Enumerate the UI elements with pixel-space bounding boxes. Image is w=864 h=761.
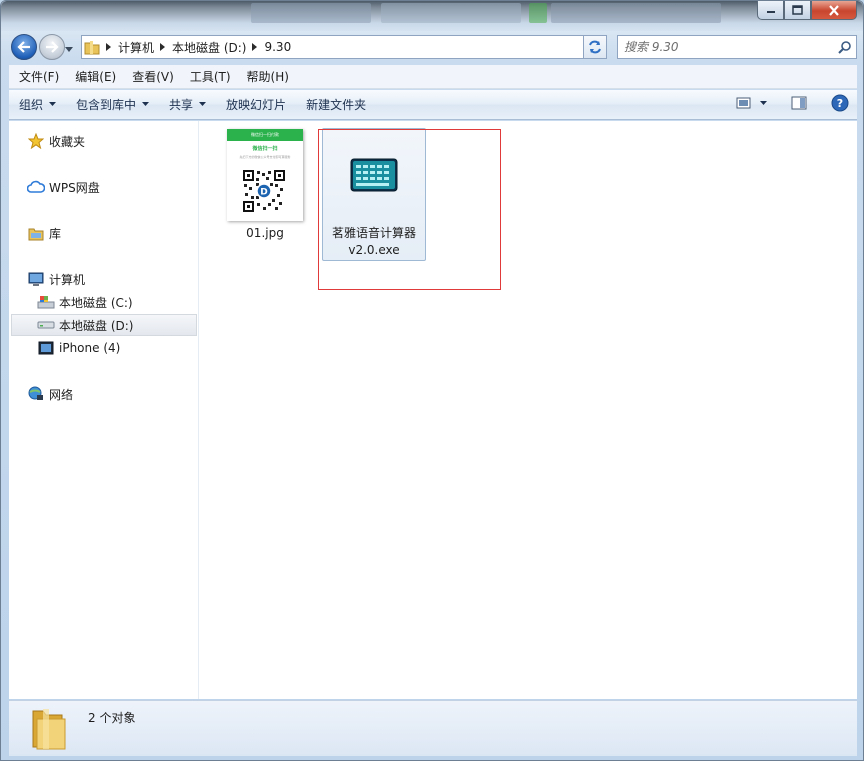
device-icon [37, 339, 55, 357]
red-annotation-box [318, 129, 501, 290]
thumbnail-caption: 先扫下方的微信公众号支付即可算服务 [239, 155, 291, 159]
network-icon [27, 385, 45, 403]
item-count: 2 个对象 [88, 711, 136, 725]
preview-pane-icon [791, 96, 807, 110]
nav-network[interactable]: 网络 [27, 383, 73, 405]
breadcrumb-computer[interactable]: 计算机 [115, 39, 157, 56]
nav-drive-c[interactable]: 本地磁盘 (C:) [37, 291, 133, 313]
image-thumbnail: 微信扫一扫付款 微信扫一扫 先扫下方的微信公众号支付即可算服务 D [227, 129, 303, 221]
menu-view[interactable]: 查看(V) [124, 65, 182, 89]
maximize-icon [792, 5, 803, 15]
nav-favorites-label: 收藏夹 [49, 134, 86, 149]
breadcrumb-drive-d[interactable]: 本地磁盘 (D:) [169, 39, 249, 56]
explorer-window: 计算机 本地磁盘 (D:) 9.30 文件(F) 编辑(E) 查看(V) 工具(… [0, 0, 864, 761]
folder-icon [84, 40, 100, 55]
blurred-app-icon [529, 3, 547, 23]
new-folder-button[interactable]: 新建文件夹 [296, 90, 376, 120]
nav-network-label: 网络 [49, 387, 74, 402]
menu-file[interactable]: 文件(F) [11, 65, 67, 89]
refresh-icon [589, 40, 601, 54]
window-controls [757, 1, 857, 20]
forward-button[interactable] [39, 34, 65, 60]
share-button[interactable]: 共享 [159, 90, 216, 120]
menu-bar: 文件(F) 编辑(E) 查看(V) 工具(T) 帮助(H) [9, 65, 857, 89]
navigation-pane: 收藏夹 WPS网盘 库 计算机 本地磁盘 (C:) 本地磁盘 (D:) iPho… [9, 121, 199, 699]
include-in-library-label: 包含到库中 [76, 98, 137, 112]
thumbnail-title: 微信扫一扫 [252, 146, 278, 152]
preview-pane-button[interactable] [791, 96, 807, 110]
search-box[interactable] [617, 35, 857, 59]
svg-text:?: ? [837, 97, 843, 110]
blurred-title-region [251, 3, 371, 23]
nav-libraries-label: 库 [49, 226, 62, 241]
minimize-button[interactable] [757, 1, 784, 20]
back-button[interactable] [11, 34, 37, 60]
nav-iphone-label: iPhone (4) [59, 341, 121, 355]
view-icon [736, 97, 751, 109]
nav-drive-d[interactable]: 本地磁盘 (D:) [11, 314, 197, 336]
maximize-button[interactable] [784, 1, 811, 20]
nav-computer[interactable]: 计算机 [27, 268, 85, 290]
chevron-right-icon[interactable] [103, 43, 115, 51]
system-drive-icon [37, 293, 55, 311]
file-item-jpg[interactable]: 微信扫一扫付款 微信扫一扫 先扫下方的微信公众号支付即可算服务 D 01.jpg [222, 129, 308, 242]
organize-button[interactable]: 组织 [9, 90, 66, 120]
chevron-down-icon [199, 102, 207, 106]
thumbnail-header: 微信扫一扫付款 [227, 129, 303, 141]
svg-text:D: D [260, 188, 267, 198]
blurred-title-region [551, 3, 721, 23]
menu-tools[interactable]: 工具(T) [182, 65, 239, 89]
help-button[interactable]: ? [831, 94, 849, 112]
toolbar-right: ? [736, 94, 849, 112]
chevron-down-icon [65, 47, 73, 52]
main-area: 收藏夹 WPS网盘 库 计算机 本地磁盘 (C:) 本地磁盘 (D:) iPho… [9, 121, 857, 699]
address-row: 计算机 本地磁盘 (D:) 9.30 [7, 33, 859, 61]
arrow-left-icon [17, 41, 30, 53]
status-bar: 2 个对象 [9, 700, 857, 756]
slideshow-button[interactable]: 放映幻灯片 [216, 90, 296, 120]
chevron-right-icon[interactable] [249, 43, 261, 51]
qr-code-icon: D [242, 169, 286, 213]
nav-libraries[interactable]: 库 [27, 222, 61, 244]
help-icon: ? [831, 94, 849, 112]
share-label: 共享 [169, 98, 194, 112]
folder-icon [29, 707, 69, 754]
refresh-button[interactable] [583, 35, 607, 59]
recent-pages-dropdown[interactable] [65, 42, 73, 56]
arrow-right-icon [46, 41, 59, 53]
nav-drive-c-label: 本地磁盘 (C:) [59, 295, 133, 310]
menu-edit[interactable]: 编辑(E) [67, 65, 124, 89]
title-bar[interactable] [1, 1, 863, 31]
nav-drive-d-label: 本地磁盘 (D:) [59, 318, 134, 333]
cloud-icon [27, 178, 45, 196]
chevron-down-icon [760, 100, 767, 105]
close-icon [829, 4, 839, 16]
minimize-icon [766, 11, 775, 13]
library-icon [27, 224, 45, 242]
nav-favorites[interactable]: 收藏夹 [27, 130, 85, 152]
command-bar: 组织 包含到库中 共享 放映幻灯片 新建文件夹 ? [9, 90, 857, 120]
blurred-title-region [381, 3, 521, 23]
address-bar[interactable]: 计算机 本地磁盘 (D:) 9.30 [81, 35, 605, 59]
drive-icon [37, 316, 55, 334]
nav-wps-label: WPS网盘 [49, 180, 100, 195]
file-list: 微信扫一扫付款 微信扫一扫 先扫下方的微信公众号支付即可算服务 D 01.jpg… [200, 121, 857, 699]
chevron-down-icon [142, 102, 150, 106]
star-icon [27, 132, 45, 150]
nav-wps-cloud[interactable]: WPS网盘 [27, 176, 100, 198]
change-view-button[interactable] [736, 96, 767, 110]
search-icon[interactable] [838, 40, 852, 57]
chevron-down-icon [49, 102, 57, 106]
file-name: 01.jpg [246, 226, 284, 240]
nav-iphone[interactable]: iPhone (4) [37, 337, 120, 359]
nav-computer-label: 计算机 [49, 272, 86, 287]
organize-label: 组织 [19, 98, 44, 112]
breadcrumb-current-folder[interactable]: 9.30 [261, 40, 294, 54]
computer-icon [27, 270, 45, 288]
search-input[interactable] [618, 36, 818, 58]
menu-help[interactable]: 帮助(H) [239, 65, 297, 89]
close-button[interactable] [811, 1, 857, 20]
chevron-right-icon[interactable] [157, 43, 169, 51]
include-in-library-button[interactable]: 包含到库中 [66, 90, 159, 120]
